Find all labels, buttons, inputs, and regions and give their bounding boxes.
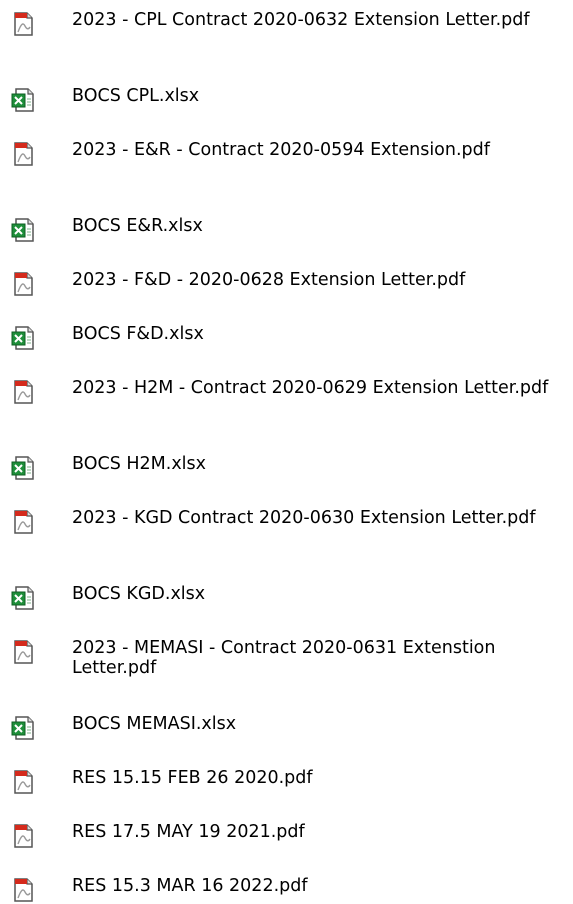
excel-file-icon: [10, 584, 38, 612]
pdf-file-icon: [10, 378, 38, 406]
pdf-file-icon: [10, 638, 38, 666]
file-name: BOCS CPL.xlsx: [72, 86, 200, 106]
file-name: BOCS F&D.xlsx: [72, 324, 204, 344]
file-name: BOCS MEMASI.xlsx: [72, 714, 237, 734]
file-name: RES 15.15 FEB 26 2020.pdf: [72, 768, 313, 788]
excel-file-icon: [10, 714, 38, 742]
pdf-file-icon: [10, 508, 38, 536]
file-name: 2023 - CPL Contract 2020-0632 Extension …: [72, 10, 530, 30]
file-name: 2023 - MEMASI - Contract 2020-0631 Exten…: [72, 638, 496, 678]
pdf-file-icon: [10, 822, 38, 850]
pdf-file-icon: [10, 10, 38, 38]
pdf-file-icon: [10, 140, 38, 168]
pdf-file-icon: [10, 768, 38, 796]
file-name: 2023 - F&D - 2020-0628 Extension Letter.…: [72, 270, 466, 290]
excel-file-icon: [10, 86, 38, 114]
pdf-file-icon: [10, 270, 38, 298]
file-name: RES 17.5 MAY 19 2021.pdf: [72, 822, 305, 842]
file-name: RES 15.3 MAR 16 2022.pdf: [72, 876, 308, 896]
excel-file-icon: [10, 216, 38, 244]
excel-file-icon: [10, 324, 38, 352]
file-name: 2023 - KGD Contract 2020-0630 Extension …: [72, 508, 536, 528]
excel-file-icon: [10, 454, 38, 482]
pdf-file-icon: [10, 876, 38, 904]
file-name: BOCS H2M.xlsx: [72, 454, 207, 474]
file-name: 2023 - E&R - Contract 2020-0594 Extensio…: [72, 140, 490, 160]
file-name: 2023 - H2M - Contract 2020-0629 Extensio…: [72, 378, 549, 398]
file-name: BOCS KGD.xlsx: [72, 584, 206, 604]
file-name: BOCS E&R.xlsx: [72, 216, 203, 236]
